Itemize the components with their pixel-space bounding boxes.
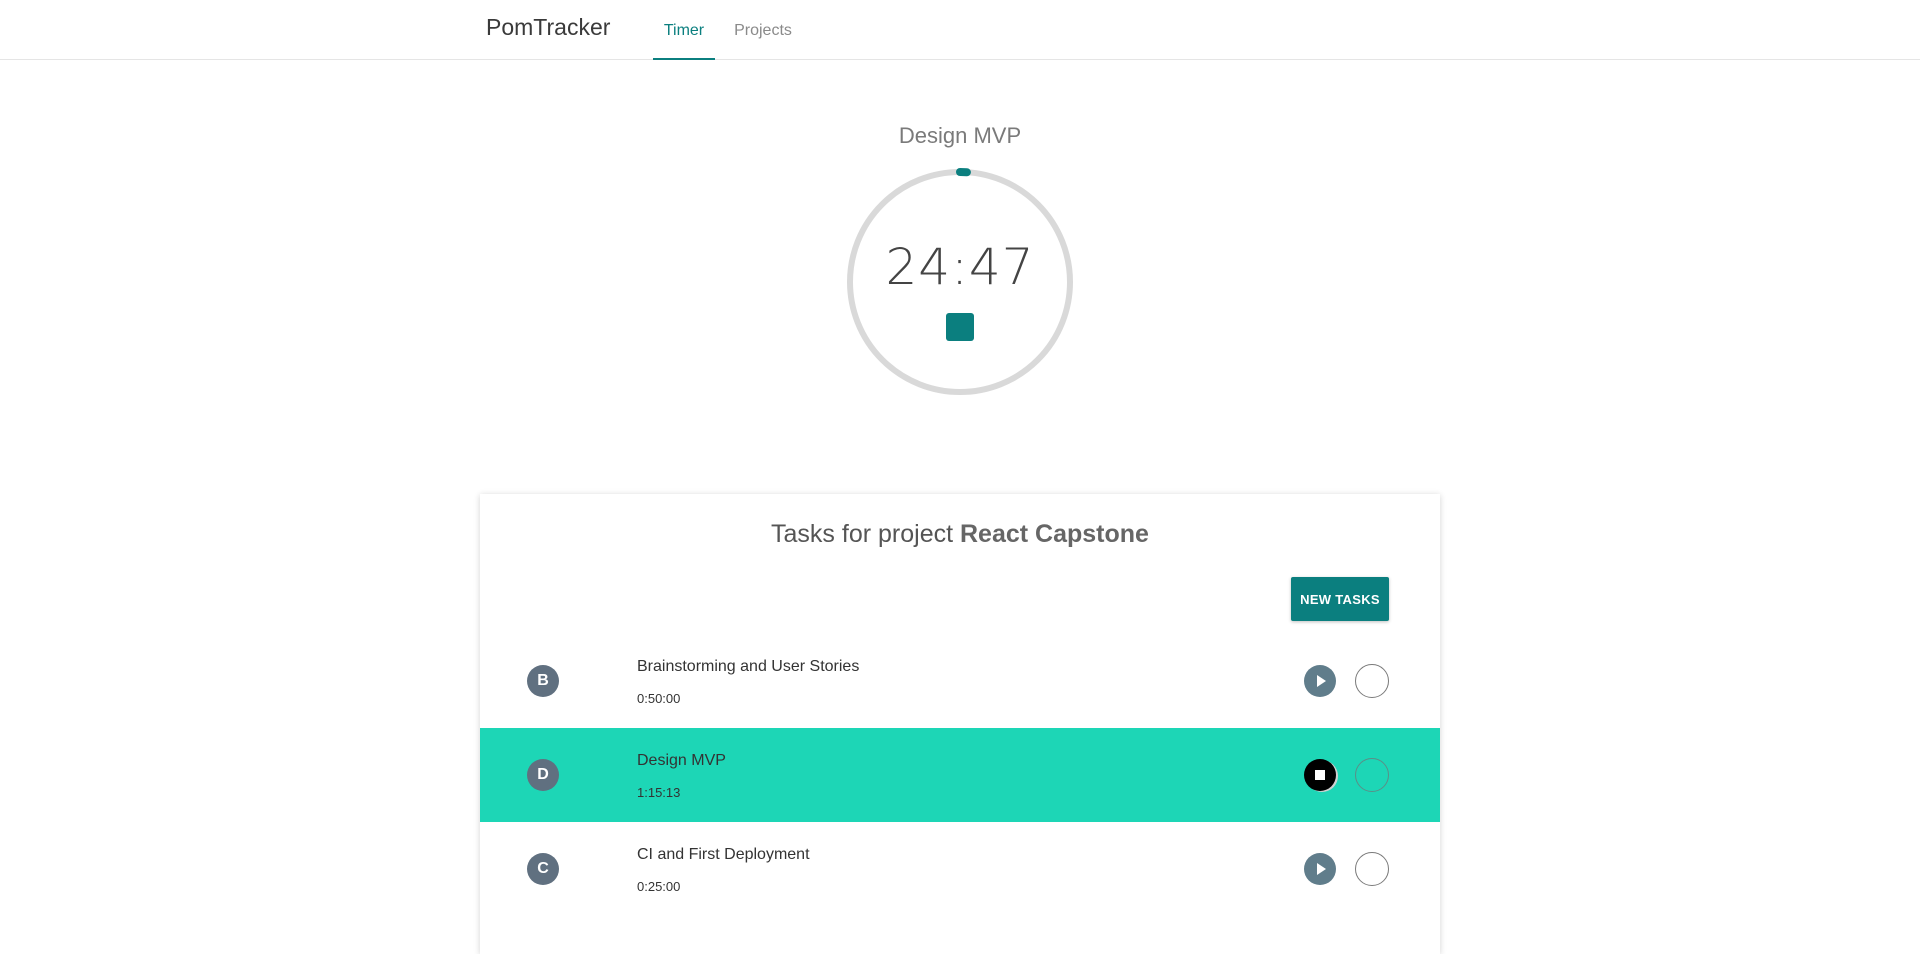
task-avatar: C (527, 853, 559, 885)
task-name: CI and First Deployment (637, 846, 810, 864)
task-row[interactable]: C CI and First Deployment 0:25:00 (480, 822, 1440, 916)
tasks-card-title: Tasks for project React Capstone (480, 520, 1440, 549)
task-row[interactable]: B Brainstorming and User Stories 0:50:00 (480, 634, 1440, 728)
task-complete-checkbox[interactable] (1355, 664, 1389, 698)
play-icon (1304, 853, 1336, 885)
stop-icon (1304, 759, 1336, 791)
task-play-button[interactable] (1304, 853, 1336, 885)
timer-task-title: Design MVP (0, 123, 1920, 149)
task-avatar: B (527, 665, 559, 697)
timer-stop-button[interactable] (946, 313, 974, 341)
play-icon (1304, 665, 1336, 697)
tasks-title-prefix: Tasks for project (771, 520, 953, 548)
task-play-button[interactable] (1304, 665, 1336, 697)
timer-countdown: 24:47 (846, 238, 1074, 296)
new-tasks-button[interactable]: NEW TASKS (1291, 577, 1389, 621)
task-stop-button[interactable] (1304, 759, 1336, 791)
task-name: Brainstorming and User Stories (637, 658, 859, 676)
top-nav-bar: PomTracker Timer Projects (0, 0, 1920, 60)
tab-projects[interactable]: Projects (728, 0, 798, 60)
tab-timer[interactable]: Timer (653, 0, 715, 60)
task-row[interactable]: D Design MVP 1:15:13 (480, 728, 1440, 822)
task-complete-checkbox[interactable] (1355, 852, 1389, 886)
task-time: 1:15:13 (637, 785, 680, 800)
task-name: Design MVP (637, 752, 726, 770)
task-time: 0:25:00 (637, 879, 680, 894)
project-name: React Capstone (960, 520, 1149, 548)
task-complete-checkbox[interactable] (1355, 758, 1389, 792)
task-avatar: D (527, 759, 559, 791)
task-time: 0:50:00 (637, 691, 680, 706)
app-brand[interactable]: PomTracker (486, 14, 610, 41)
tasks-card: Tasks for project React Capstone NEW TAS… (480, 494, 1440, 954)
